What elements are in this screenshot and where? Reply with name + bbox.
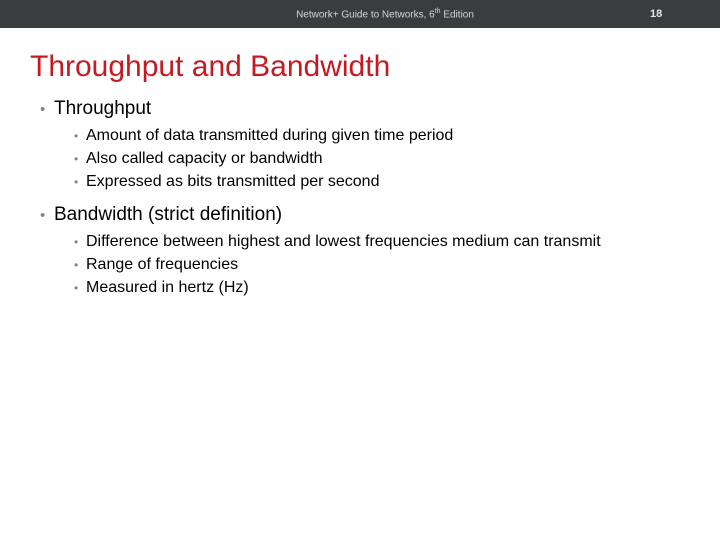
bullet-level2: • Amount of data transmitted during give… [74, 126, 680, 146]
slide-content: • Throughput • Amount of data transmitte… [0, 98, 720, 298]
bullet-text: Also called capacity or bandwidth [86, 149, 323, 169]
bullet-glyph: • [74, 129, 86, 143]
bullet-glyph: • [74, 152, 86, 166]
bullet-level2: • Difference between highest and lowest … [74, 232, 680, 252]
bullet-level2: • Measured in hertz (Hz) [74, 278, 680, 298]
bullet-glyph: • [74, 281, 86, 295]
header-title-prefix: Network+ Guide to Networks, 6 [296, 9, 435, 20]
bullet-glyph: • [74, 235, 86, 249]
bullet-text: Throughput [54, 98, 151, 120]
header-bar: Network+ Guide to Networks, 6th Edition … [0, 0, 720, 28]
header-title-suffix: Edition [441, 9, 474, 20]
bullet-glyph: • [74, 258, 86, 272]
bullet-text: Expressed as bits transmitted per second [86, 172, 379, 192]
bullet-level2: • Range of frequencies [74, 255, 680, 275]
bullet-text: Amount of data transmitted during given … [86, 126, 453, 146]
bullet-level1: • Bandwidth (strict definition) [40, 204, 680, 226]
bullet-level2: • Also called capacity or bandwidth [74, 149, 680, 169]
sub-list: • Difference between highest and lowest … [40, 232, 680, 298]
slide-title: Throughput and Bandwidth [0, 28, 720, 98]
bullet-glyph: • [74, 175, 86, 189]
bullet-glyph: • [40, 101, 54, 118]
bullet-text: Measured in hertz (Hz) [86, 278, 249, 298]
header-title: Network+ Guide to Networks, 6th Edition [0, 8, 650, 20]
bullet-glyph: • [40, 207, 54, 224]
bullet-text: Difference between highest and lowest fr… [86, 232, 601, 252]
sub-list: • Amount of data transmitted during give… [40, 126, 680, 192]
bullet-text: Bandwidth (strict definition) [54, 204, 282, 226]
page-number: 18 [650, 8, 720, 20]
bullet-text: Range of frequencies [86, 255, 238, 275]
bullet-level1: • Throughput [40, 98, 680, 120]
bullet-level2: • Expressed as bits transmitted per seco… [74, 172, 680, 192]
